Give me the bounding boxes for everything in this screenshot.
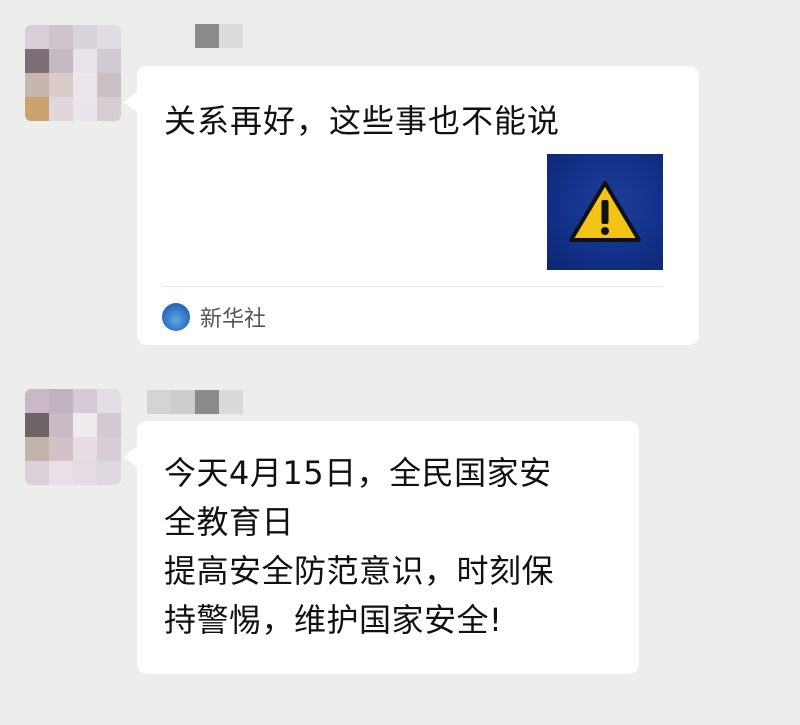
link-card[interactable]: 关系再好，这些事也不能说 新华社	[123, 66, 699, 345]
card-thumbnail	[547, 154, 663, 270]
card-title: 关系再好，这些事也不能说	[164, 102, 561, 140]
sender-avatar[interactable]	[25, 389, 121, 485]
message-line: 今天4月15日，全民国家安	[164, 454, 552, 492]
card-divider	[162, 286, 663, 287]
warning-icon	[569, 181, 641, 242]
sender-name	[195, 24, 243, 48]
message-line: 全教育日	[164, 503, 295, 541]
card-source: 新华社	[162, 301, 266, 333]
message-line: 持警惕，维护国家安全!	[164, 601, 503, 639]
source-name: 新华社	[200, 307, 267, 332]
message-line: 提高安全防范意识，时刻保	[164, 552, 555, 590]
text-bubble[interactable]: 今天4月15日，全民国家安 全教育日 提高安全防范意识，时刻保 持警惕，维护国家…	[123, 421, 639, 674]
message-text: 今天4月15日，全民国家安 全教育日 提高安全防范意识，时刻保 持警惕，维护国家…	[164, 449, 624, 645]
xinhua-logo-icon	[162, 303, 190, 331]
sender-name	[147, 390, 243, 414]
sender-avatar[interactable]	[25, 25, 121, 121]
